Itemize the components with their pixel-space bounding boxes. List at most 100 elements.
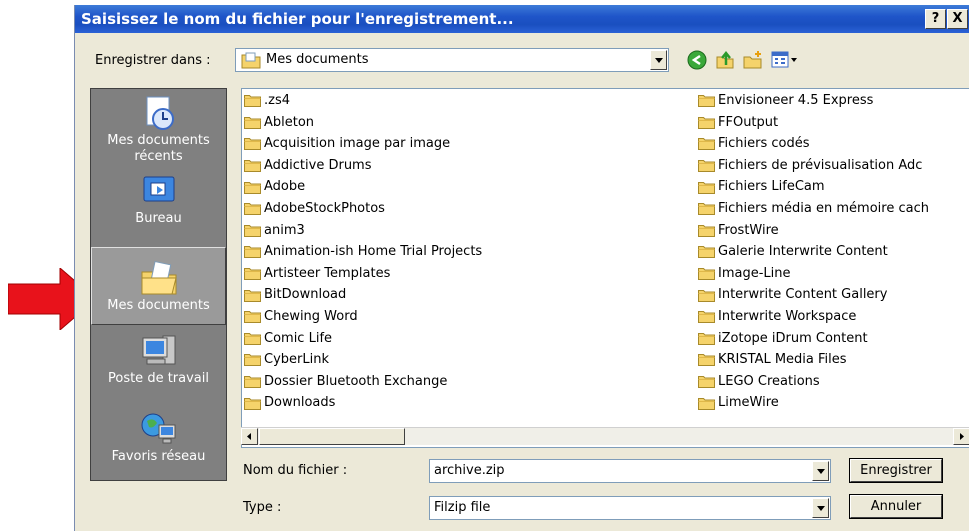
folder-icon [244,95,261,108]
folder-name: Fichiers média en mémoire cach [718,200,929,216]
folder-name: Interwrite Content Gallery [718,287,888,303]
filename-input[interactable]: archive.zip [429,459,831,483]
folder-item[interactable]: .zs4 [244,90,482,112]
scrollbar-thumb[interactable] [259,428,405,445]
help-button[interactable]: ? [925,9,946,29]
scroll-left-arrow-icon [247,433,251,440]
folder-icon [698,181,715,194]
place-my-computer[interactable]: Poste de travail [91,327,226,405]
folder-item[interactable]: Image-Line [698,263,929,285]
up-folder-icon[interactable] [715,50,735,70]
folder-icon [698,268,715,281]
folder-name: BitDownload [264,287,347,303]
folder-icon [244,354,261,367]
place-label: Mes documents récents [107,133,210,164]
place-my-documents[interactable]: Mes documents [91,247,226,325]
folder-name: Acquisition image par image [264,136,451,152]
folder-icon [698,354,715,367]
dialog-title: Saisissez le nom du fichier pour l'enreg… [81,10,514,28]
place-recent-documents[interactable]: Mes documents récents [91,89,226,167]
title-bar: Saisissez le nom du fichier pour l'enreg… [75,5,969,33]
file-column-right: Envisioneer 4.5 Express FFOutput Fichiers … [698,90,929,414]
scroll-left-button[interactable] [241,428,258,445]
folder-name: AdobeStockPhotos [264,200,385,216]
folder-item[interactable]: Chewing Word [244,306,482,328]
filetype-dropdown-arrow[interactable] [812,498,829,518]
file-list[interactable]: .zs4 Ableton Acquisition image par image Ad… [241,88,969,448]
folder-item[interactable]: CyberLink [244,349,482,371]
save-in-dropdown-arrow[interactable] [650,50,667,70]
folder-item[interactable]: AdobeStockPhotos [244,198,482,220]
place-desktop[interactable]: Bureau [91,167,226,245]
folder-name: LimeWire [718,395,779,411]
folder-item[interactable]: Addictive Drums [244,155,482,177]
back-icon[interactable] [687,50,707,70]
folder-item[interactable]: Envisioneer 4.5 Express [698,90,929,112]
folder-item[interactable]: Acquisition image par image [244,133,482,155]
places-bar: Mes documents récents Bureau Mes documen… [90,88,227,481]
folder-item[interactable]: Fichiers média en mémoire cach [698,198,929,220]
folder-item[interactable]: KRISTAL Media Files [698,349,929,371]
folder-item[interactable]: Dossier Bluetooth Exchange [244,371,482,393]
save-button[interactable]: Enregistrer [849,458,943,483]
place-label: Bureau [135,211,182,226]
folder-item[interactable]: Comic Life [244,328,482,350]
save-in-combo[interactable]: Mes documents [235,48,669,72]
folder-item[interactable]: Fichiers de prévisualisation Adc [698,155,929,177]
folder-icon [698,160,715,173]
new-folder-icon[interactable] [743,50,763,70]
folder-icon [698,95,715,108]
folder-name: Animation-ish Home Trial Projects [264,244,483,260]
folder-name: Image-Line [718,265,791,281]
folder-item[interactable]: Fichiers LifeCam [698,176,929,198]
folder-item[interactable]: FrostWire [698,220,929,242]
folder-item[interactable]: Interwrite Workspace [698,306,929,328]
place-label: Poste de travail [107,371,209,386]
folder-item[interactable]: Animation-ish Home Trial Projects [244,241,482,263]
folder-icon [698,138,715,151]
folder-name: iZotope iDrum Content [718,330,868,346]
folder-icon [698,311,715,324]
folder-icon [698,376,715,389]
filetype-select[interactable]: Filzip file [429,496,831,520]
folder-item[interactable]: Downloads [244,392,482,414]
folder-icon [698,332,715,345]
place-network[interactable]: Favoris réseau [91,405,226,483]
folder-icon [244,268,261,281]
folder-item[interactable]: LEGO Creations [698,371,929,393]
filetype-label: Type : [243,500,282,515]
folder-icon [244,160,261,173]
place-label: Mes documents [107,298,210,313]
save-in-value: Mes documents [266,52,369,67]
folder-icon [698,246,715,259]
folder-name: Fichiers de prévisualisation Adc [718,157,923,173]
folder-item[interactable]: Interwrite Content Gallery [698,284,929,306]
folder-item[interactable]: FFOutput [698,112,929,134]
folder-item[interactable]: Artisteer Templates [244,263,482,285]
folder-icon [244,397,261,410]
folder-name: Artisteer Templates [264,265,391,281]
scroll-right-button[interactable] [953,428,969,445]
folder-item[interactable]: Fichiers codés [698,133,929,155]
file-column-left: .zs4 Ableton Acquisition image par image Ad… [244,90,482,414]
folder-item[interactable]: iZotope iDrum Content [698,328,929,350]
my-documents-icon [141,260,177,295]
folder-name: Fichiers LifeCam [718,179,825,195]
folder-item[interactable]: Ableton [244,112,482,134]
folder-icon [244,181,261,194]
horizontal-scrollbar[interactable] [241,427,969,445]
my-computer-icon [142,335,175,365]
folder-item[interactable]: Galerie Interwrite Content [698,241,929,263]
folder-name: Addictive Drums [264,157,372,173]
folder-item[interactable]: LimeWire [698,392,929,414]
folder-item[interactable]: Adobe [244,176,482,198]
filename-dropdown-arrow[interactable] [812,461,829,481]
save-dialog: Saisissez le nom du fichier pour l'enreg… [74,5,969,531]
view-menu-icon[interactable] [771,50,799,70]
cancel-button[interactable]: Annuler [849,494,943,519]
folder-item[interactable]: anim3 [244,220,482,242]
folder-name: Dossier Bluetooth Exchange [264,373,448,389]
folder-icon [244,246,261,259]
close-button[interactable]: X [947,9,968,29]
folder-item[interactable]: BitDownload [244,284,482,306]
